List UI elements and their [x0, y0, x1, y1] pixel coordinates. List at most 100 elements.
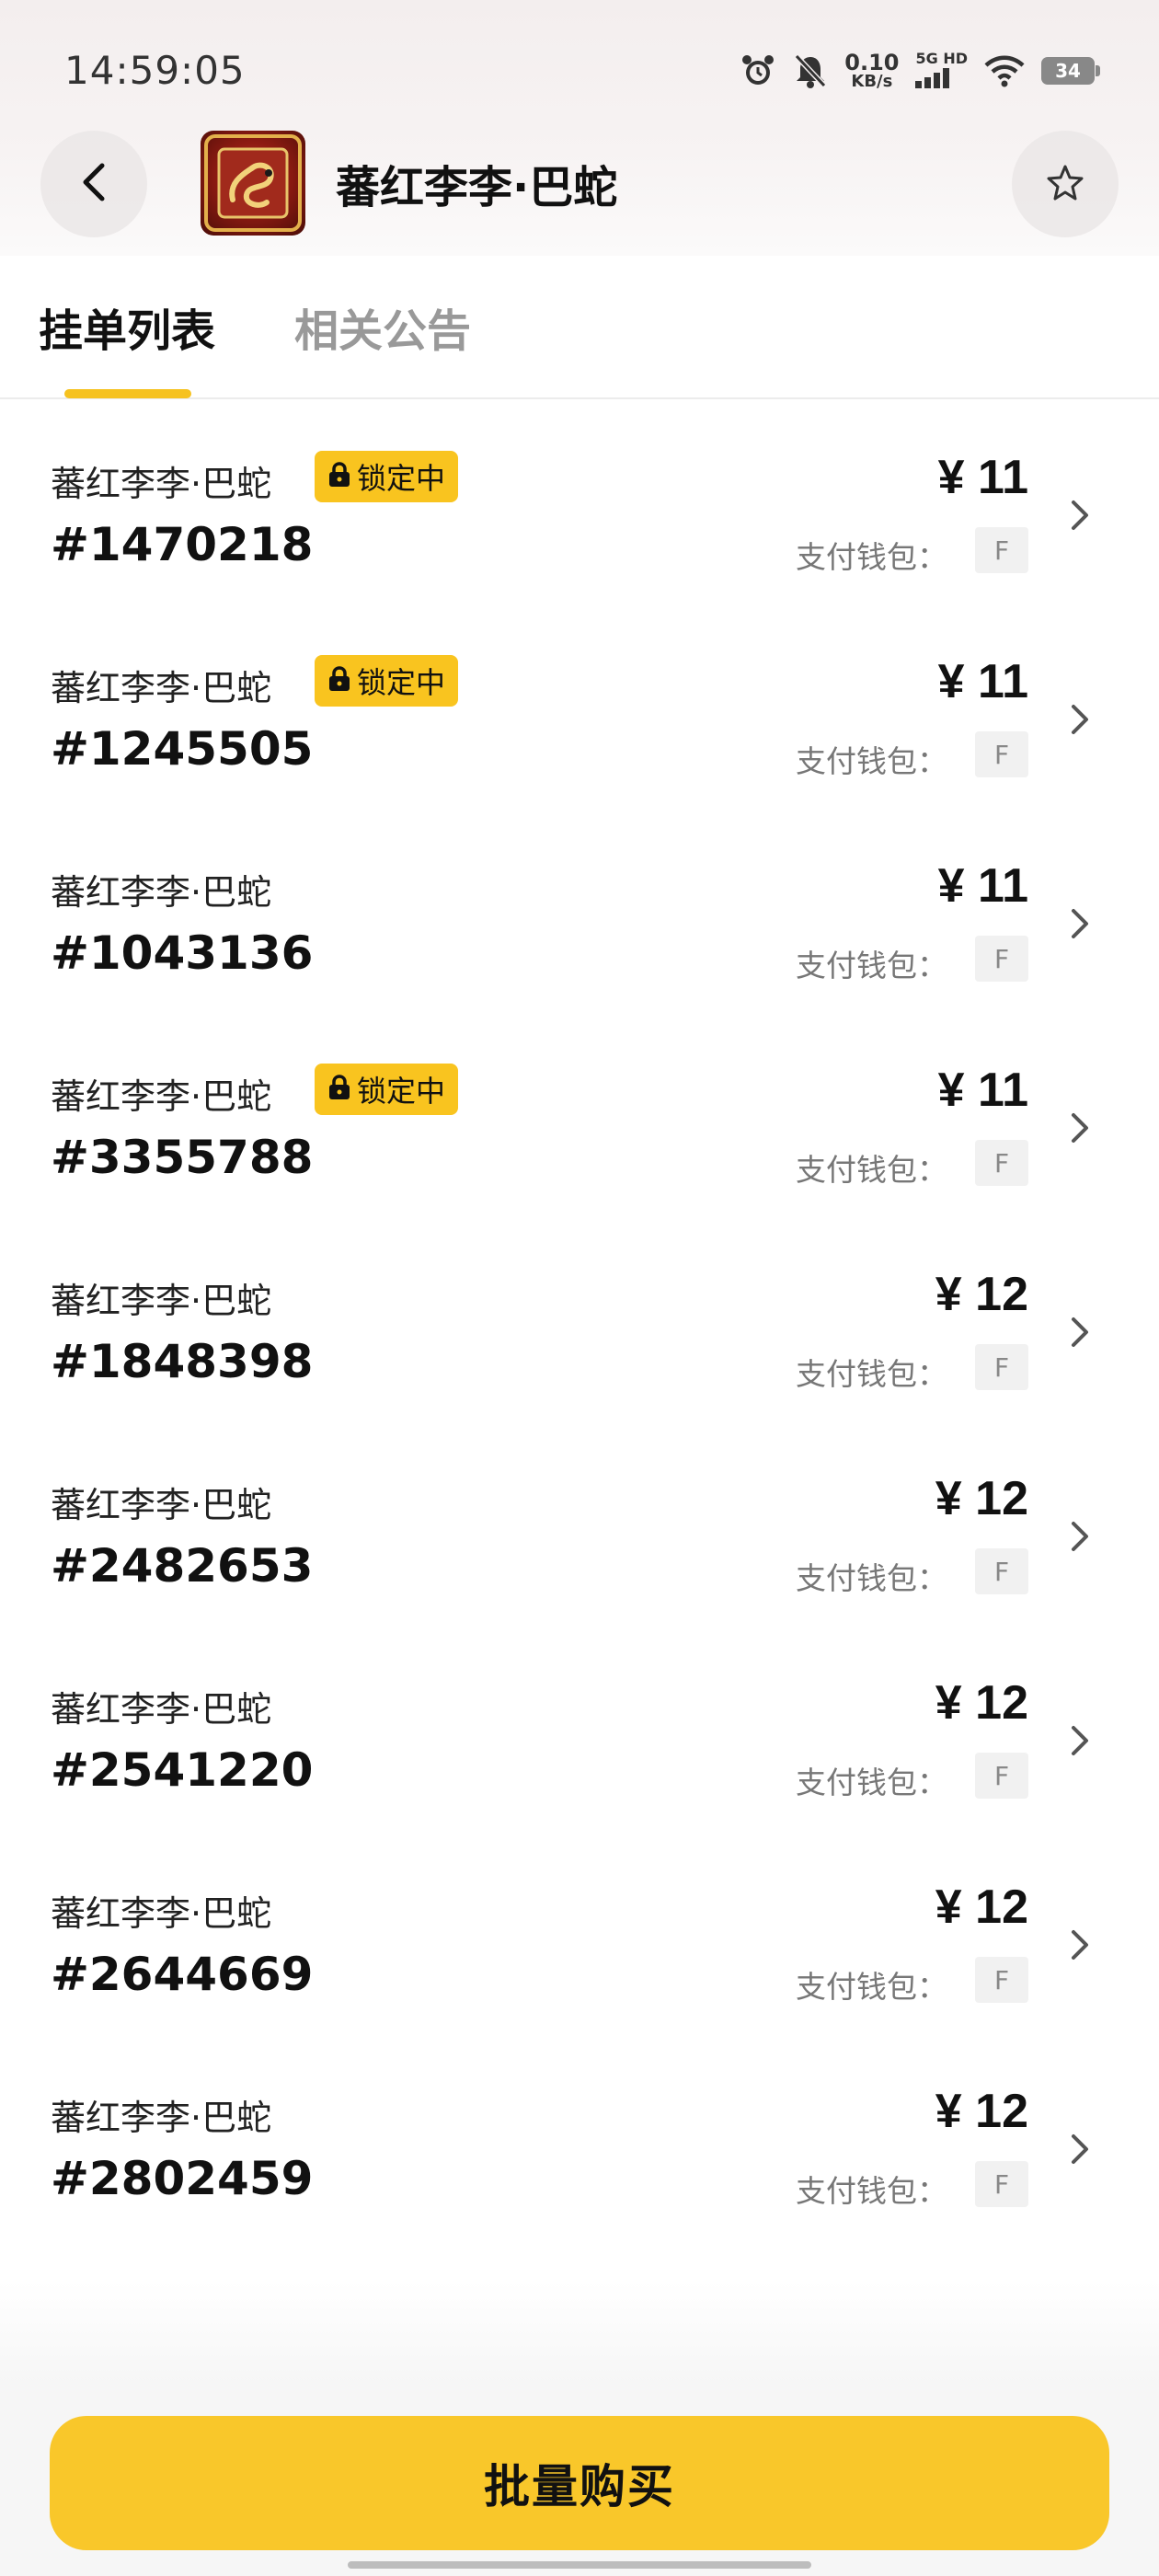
- listing-items: #1207695支付钱包：F 蕃红李李·巴蛇 锁定中 #1470218 ¥ 11 支…: [0, 399, 1159, 2248]
- star-outline-icon: [1046, 163, 1084, 205]
- active-tab-indicator: [64, 389, 191, 398]
- item-name: 蕃红李李·巴蛇: [51, 2098, 272, 2138]
- item-id: #2541220: [51, 1743, 314, 1797]
- item-price: ¥ 11: [937, 1064, 1028, 1117]
- chevron-right-icon: [1067, 1314, 1093, 1351]
- top-area: 14:59:05 0.10 KB/s 5G HD 34 蕃红李李·巴蛇: [0, 0, 1159, 256]
- item-name: 蕃红李李·巴蛇: [51, 1893, 272, 1934]
- bulk-buy-label: 批量购买: [484, 2460, 675, 2513]
- listing-row[interactable]: 蕃红李李·巴蛇 #1043136 ¥ 11 支付钱包： F: [0, 818, 1159, 1022]
- item-price: ¥ 12: [935, 1268, 1028, 1321]
- item-name: 蕃红李李·巴蛇: [51, 1689, 272, 1730]
- wallet-value: F: [975, 1344, 1028, 1390]
- item-name: 蕃红李李·巴蛇: [51, 1076, 272, 1117]
- locked-badge: 锁定中: [315, 1064, 459, 1115]
- wallet-label: 支付钱包：: [796, 1356, 947, 1392]
- alarm-clock-icon: [740, 52, 776, 89]
- listing-row[interactable]: #1207695支付钱包：F: [0, 399, 1159, 409]
- network-indicator: 5G HD: [915, 51, 968, 91]
- tab-announcements[interactable]: 相关公告: [294, 294, 471, 359]
- chevron-right-icon: [1067, 905, 1093, 942]
- item-name: 蕃红李李·巴蛇: [51, 464, 272, 504]
- lock-icon: [327, 665, 351, 696]
- wallet-value: F: [975, 1957, 1028, 2003]
- item-id: #1043136: [51, 926, 314, 980]
- locked-label: 锁定中: [357, 665, 446, 700]
- wallet-label: 支付钱包：: [796, 2173, 947, 2209]
- wallet-value: F: [975, 1753, 1028, 1799]
- item-price: ¥ 12: [935, 2085, 1028, 2138]
- wallet-label: 支付钱包：: [796, 948, 947, 983]
- item-id: #2644669: [51, 1948, 314, 2001]
- listing-row[interactable]: 蕃红李李·巴蛇 #2541220 ¥ 12 支付钱包： F: [0, 1635, 1159, 1839]
- listing-row[interactable]: 蕃红李李·巴蛇 #2802459 ¥ 12 支付钱包： F: [0, 2043, 1159, 2248]
- item-id: #1848398: [51, 1335, 314, 1388]
- wallet-label: 支付钱包：: [796, 539, 947, 575]
- item-id: #2482653: [51, 1539, 314, 1593]
- listing-list[interactable]: #1207695支付钱包：F 蕃红李李·巴蛇 锁定中 #1470218 ¥ 11 支…: [0, 399, 1159, 2386]
- chevron-right-icon: [1067, 1722, 1093, 1759]
- item-price: ¥ 11: [937, 655, 1028, 708]
- home-indicator[interactable]: [348, 2561, 811, 2569]
- listing-row[interactable]: 蕃红李李·巴蛇 #1848398 ¥ 12 支付钱包： F: [0, 1226, 1159, 1431]
- favorite-button[interactable]: [1012, 131, 1119, 237]
- status-icons: 0.10 KB/s 5G HD 34: [740, 48, 1100, 94]
- chevron-right-icon: [1067, 1926, 1093, 1963]
- chevron-right-icon: [1067, 497, 1093, 534]
- item-price: ¥ 12: [935, 1880, 1028, 1934]
- item-id: #1245505: [51, 722, 314, 776]
- chevron-left-icon: [80, 162, 108, 206]
- header: 蕃红李李·巴蛇: [0, 129, 1159, 239]
- signal-bars-icon: [915, 67, 952, 91]
- bell-off-icon: [793, 52, 828, 89]
- chevron-right-icon: [1067, 1110, 1093, 1146]
- wallet-label: 支付钱包：: [796, 1152, 947, 1188]
- listing-row[interactable]: 蕃红李李·巴蛇 锁定中 #1245505 ¥ 11 支付钱包： F: [0, 614, 1159, 818]
- wallet-value: F: [975, 2161, 1028, 2207]
- wallet-label: 支付钱包：: [796, 1560, 947, 1596]
- listing-row[interactable]: 蕃红李李·巴蛇 锁定中 #3355788 ¥ 11 支付钱包： F: [0, 1022, 1159, 1226]
- net-speed: 0.10 KB/s: [844, 50, 900, 91]
- chevron-right-icon: [1067, 2131, 1093, 2168]
- locked-badge: 锁定中: [315, 655, 459, 707]
- lock-icon: [327, 1074, 351, 1105]
- wifi-icon: [984, 54, 1025, 87]
- lock-icon: [327, 461, 351, 492]
- status-bar: 14:59:05 0.10 KB/s 5G HD 34: [0, 0, 1159, 138]
- item-price: ¥ 12: [935, 1472, 1028, 1525]
- tab-bar: 挂单列表 相关公告: [0, 256, 1159, 399]
- listing-row[interactable]: 蕃红李李·巴蛇 锁定中 #1470218 ¥ 11 支付钱包： F: [0, 409, 1159, 614]
- item-id: #2802459: [51, 2152, 314, 2205]
- wallet-value: F: [975, 731, 1028, 777]
- item-id: #1470218: [51, 518, 314, 571]
- bottom-bar: 批量购买: [0, 2386, 1159, 2576]
- wallet-value: F: [975, 1548, 1028, 1594]
- wallet-value: F: [975, 936, 1028, 982]
- item-name: 蕃红李李·巴蛇: [51, 872, 272, 913]
- item-price: ¥ 11: [937, 859, 1028, 913]
- status-time: 14:59:05: [64, 48, 246, 93]
- locked-badge: 锁定中: [315, 451, 459, 502]
- wallet-label: 支付钱包：: [796, 1765, 947, 1800]
- chevron-right-icon: [1067, 701, 1093, 738]
- item-price: ¥ 12: [935, 1676, 1028, 1730]
- product-thumbnail: [201, 131, 305, 236]
- chevron-right-icon: [1067, 1518, 1093, 1555]
- page-title: 蕃红李李·巴蛇: [336, 162, 618, 213]
- wallet-label: 支付钱包：: [796, 743, 947, 779]
- locked-label: 锁定中: [357, 1074, 446, 1109]
- tab-listings[interactable]: 挂单列表: [39, 294, 215, 359]
- bulk-buy-button[interactable]: 批量购买: [50, 2416, 1109, 2550]
- listing-row[interactable]: 蕃红李李·巴蛇 #2482653 ¥ 12 支付钱包： F: [0, 1431, 1159, 1635]
- item-name: 蕃红李李·巴蛇: [51, 1281, 272, 1321]
- listing-row[interactable]: 蕃红李李·巴蛇 #2644669 ¥ 12 支付钱包： F: [0, 1839, 1159, 2043]
- wallet-value: F: [975, 1140, 1028, 1186]
- item-price: ¥ 11: [937, 451, 1028, 504]
- battery-level: 34: [1055, 60, 1081, 82]
- item-id: #3355788: [51, 1131, 314, 1184]
- item-name: 蕃红李李·巴蛇: [51, 668, 272, 708]
- item-name: 蕃红李李·巴蛇: [51, 1485, 272, 1525]
- locked-label: 锁定中: [357, 461, 446, 496]
- wallet-label: 支付钱包：: [796, 1969, 947, 2005]
- back-button[interactable]: [40, 131, 147, 237]
